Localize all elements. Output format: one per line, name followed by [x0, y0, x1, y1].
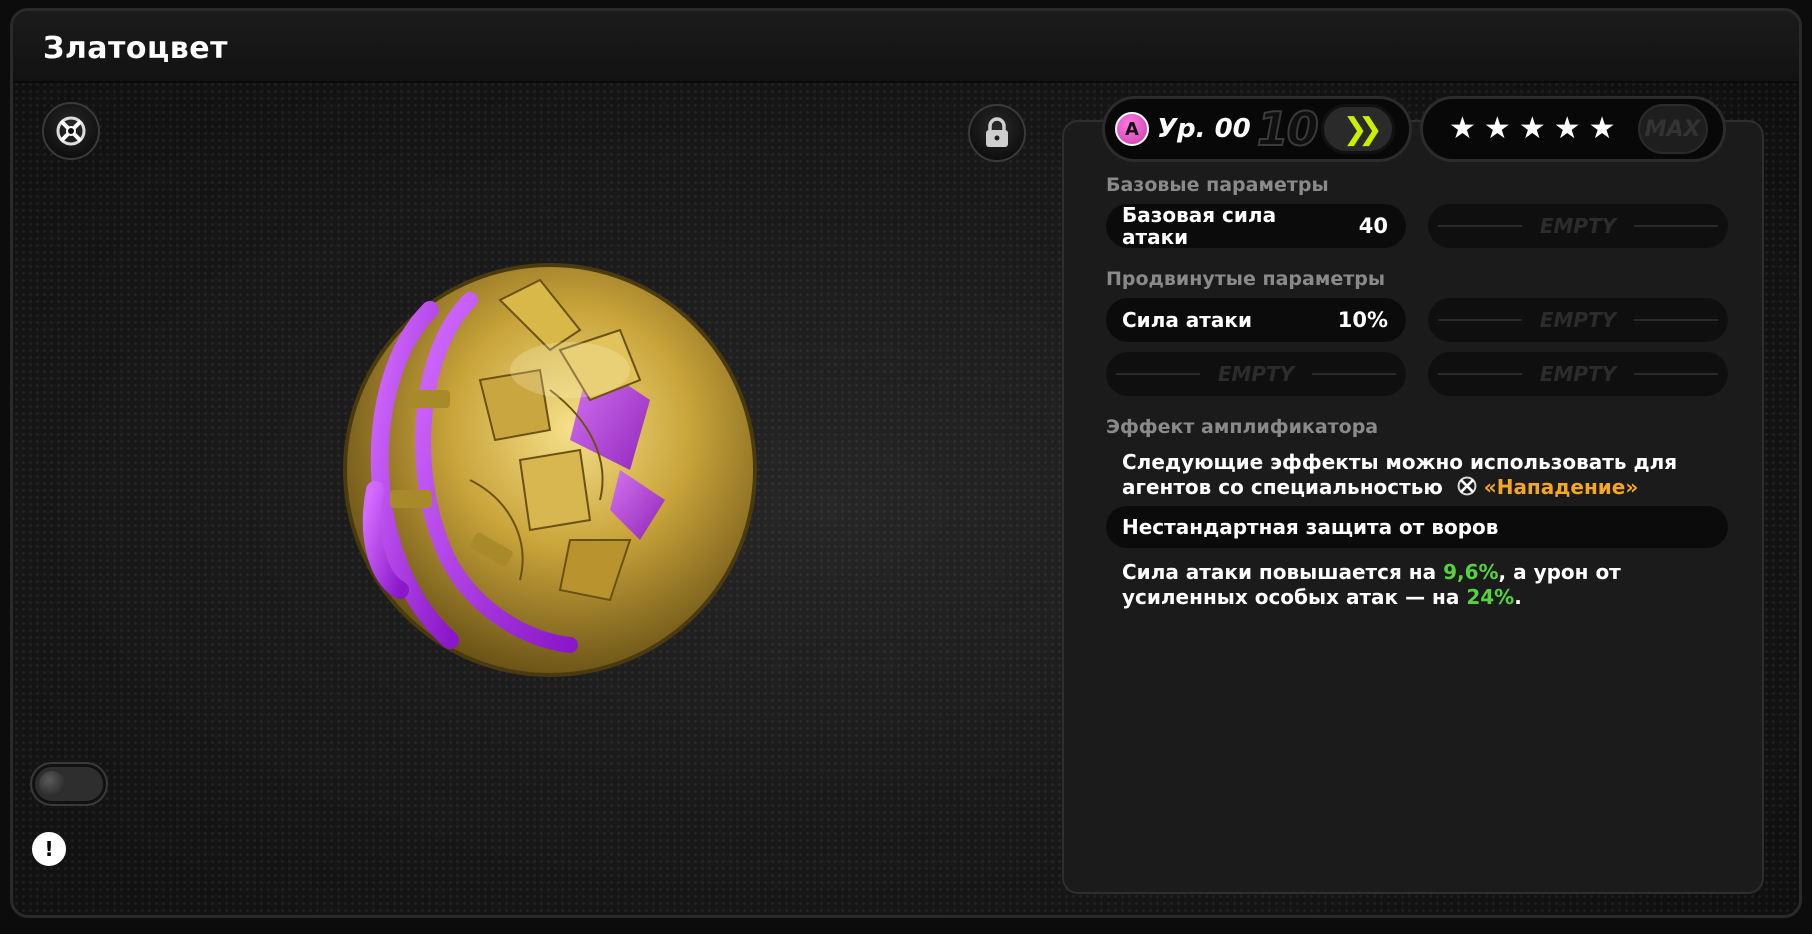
max-badge[interactable]: MAX [1637, 104, 1708, 154]
level-up-button[interactable]: ❯❯ [1320, 104, 1395, 154]
star-icon: ★ [1588, 111, 1616, 146]
level-label: Ур. 00 [1157, 114, 1251, 144]
specialty-button[interactable] [42, 102, 100, 160]
rarity-bar: ★ ★ ★ ★ ★ MAX [1420, 96, 1726, 162]
info-button[interactable]: ! [32, 832, 66, 866]
effect-name: Нестандартная защита от воров [1122, 515, 1499, 539]
star-icon: ★ [1449, 111, 1476, 146]
empty-slot: EMPTY [1428, 352, 1728, 396]
stat-base-attack: Базовая сила атаки 40 [1106, 204, 1406, 248]
w-engine-model [320, 240, 780, 700]
base-params-label: Базовые параметры [1106, 174, 1329, 196]
effect-label: Эффект амплификатора [1106, 416, 1379, 438]
effect-intro: Следующие эффекты можно использовать для… [1122, 450, 1678, 499]
empty-slot: EMPTY [1106, 352, 1406, 396]
attack-specialty-icon [1457, 476, 1477, 496]
star-icon: ★ [1483, 111, 1511, 146]
attack-specialty-icon [56, 116, 86, 146]
rank-badge: A [1115, 112, 1149, 146]
view-toggle[interactable] [32, 764, 106, 804]
stat-value: 40 [1358, 214, 1388, 238]
empty-slot: EMPTY [1428, 298, 1728, 342]
lock-icon [986, 117, 1008, 147]
double-chevron-right-icon: ❯❯ [1342, 111, 1383, 147]
specialty-name: «Нападение» [1483, 475, 1639, 499]
level-bar: A Ур. 00 10 ❯❯ [1102, 96, 1412, 162]
empty-slot: EMPTY [1428, 204, 1728, 248]
info-icon: ! [44, 837, 54, 861]
level-max: 10 [1256, 101, 1320, 157]
page-title: Златоцвет [43, 31, 228, 66]
stat-name: Базовая сила атаки [1122, 203, 1277, 249]
star-rating: ★ ★ ★ ★ ★ [1449, 114, 1616, 144]
stat-attack: Сила атаки 10% [1106, 298, 1406, 342]
effect-name-row: Нестандартная защита от воров [1106, 506, 1728, 548]
star-icon: ★ [1553, 111, 1581, 146]
title-bar: Златоцвет [13, 11, 1799, 83]
lock-button[interactable] [968, 104, 1026, 162]
advanced-params-label: Продвинутые параметры [1106, 268, 1386, 290]
stat-value: 10% [1337, 308, 1388, 332]
toggle-knob [39, 771, 65, 797]
effect-description: Сила атаки повышается на 9,6%, а урон от… [1122, 560, 1621, 609]
stat-name: Сила атаки [1122, 308, 1252, 332]
star-icon: ★ [1518, 111, 1546, 146]
